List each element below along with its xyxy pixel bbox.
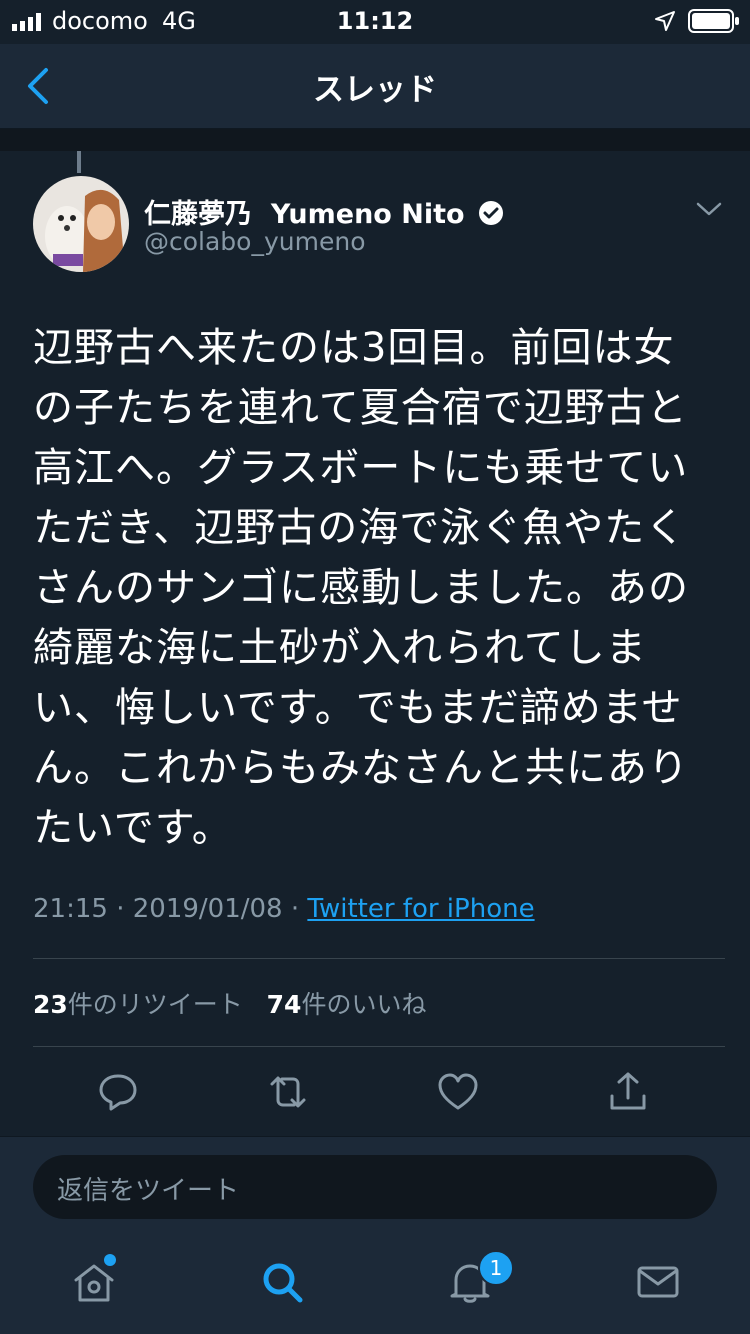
tweet-stats: 23件のリツイート 74件のいいね <box>33 985 426 1021</box>
reply-input[interactable]: 返信をツイート <box>33 1155 717 1219</box>
meta-separator: · <box>282 894 308 924</box>
tweet-text-line: の子たちを連れて夏合宿で辺野古と <box>33 385 688 431</box>
meta-separator: · <box>107 894 133 924</box>
tweet-source-link[interactable]: Twitter for iPhone <box>307 894 534 924</box>
tweet-actions <box>0 1060 750 1120</box>
like-stat[interactable]: 74件のいいね <box>267 990 427 1019</box>
battery-icon <box>688 9 739 33</box>
heart-icon[interactable] <box>436 1070 480 1114</box>
like-count: 74 <box>266 990 302 1019</box>
user-handle[interactable]: @colabo_yumeno <box>144 227 365 256</box>
divider <box>33 958 725 959</box>
avatar[interactable] <box>33 176 129 272</box>
divider <box>33 1046 725 1047</box>
nav-bar: スレッド <box>0 44 750 129</box>
status-time: 11:12 <box>336 7 414 35</box>
reply-placeholder: 返信をツイート <box>57 1176 240 1206</box>
tweet-meta: 21:15 · 2019/01/08 · Twitter for iPhone <box>33 894 535 924</box>
like-label: 件のいいね <box>301 990 427 1019</box>
retweet-label: 件のリツイート <box>67 990 243 1019</box>
tweet-text-line: ん。これからもみなさんと共にあり <box>33 745 689 791</box>
verified-badge-icon <box>478 201 503 225</box>
retweet-icon[interactable] <box>266 1070 310 1114</box>
search-icon[interactable] <box>258 1258 306 1306</box>
status-bar: docomo 4G 11:12 <box>0 0 750 44</box>
display-name-jp: 仁藤夢乃 <box>144 199 252 230</box>
display-name-en: Yumeno Nito <box>270 199 465 230</box>
home-new-dot <box>104 1254 116 1266</box>
display-name[interactable]: 仁藤夢乃 Yumeno Nito <box>144 192 504 231</box>
retweet-stat[interactable]: 23件のリツイート <box>33 990 243 1019</box>
tweet-text-line: 綺麗な海に土砂が入れられてしま <box>33 625 647 671</box>
tweet-text-line: い、悔しいです。でもまだ諦めませ <box>33 685 683 731</box>
tweet-text-line: 辺野古へ来たのは3回目。前回は女 <box>33 325 675 371</box>
tweet-time: 21:15 <box>33 894 108 924</box>
tweet-text-line: 高江へ。グラスボートにも乗せてい <box>33 445 689 491</box>
tweet-date: 2019/01/08 <box>132 894 283 924</box>
page-title: スレッド <box>313 72 437 108</box>
thread-gap <box>0 129 750 151</box>
tab-bar <box>0 1236 750 1334</box>
tweet-text-line: さんのサンゴに感動しました。あの <box>33 565 689 611</box>
chevron-down-icon[interactable] <box>694 198 724 220</box>
tweet-text-line: ただき、辺野古の海で泳ぐ魚やたく <box>33 505 687 551</box>
share-icon[interactable] <box>606 1070 650 1114</box>
retweet-count: 23 <box>33 990 68 1019</box>
reply-icon[interactable] <box>96 1070 140 1114</box>
mail-icon[interactable] <box>634 1258 682 1306</box>
tweet-text: 辺野古へ来たのは3回目。前回は女 の子たちを連れて夏合宿で辺野古と 高江へ。グラ… <box>33 318 723 858</box>
thread-line <box>77 151 81 173</box>
tweet-text-line: たいです。 <box>33 805 233 851</box>
notification-badge: 1 <box>478 1250 514 1286</box>
location-arrow-icon <box>655 11 675 31</box>
